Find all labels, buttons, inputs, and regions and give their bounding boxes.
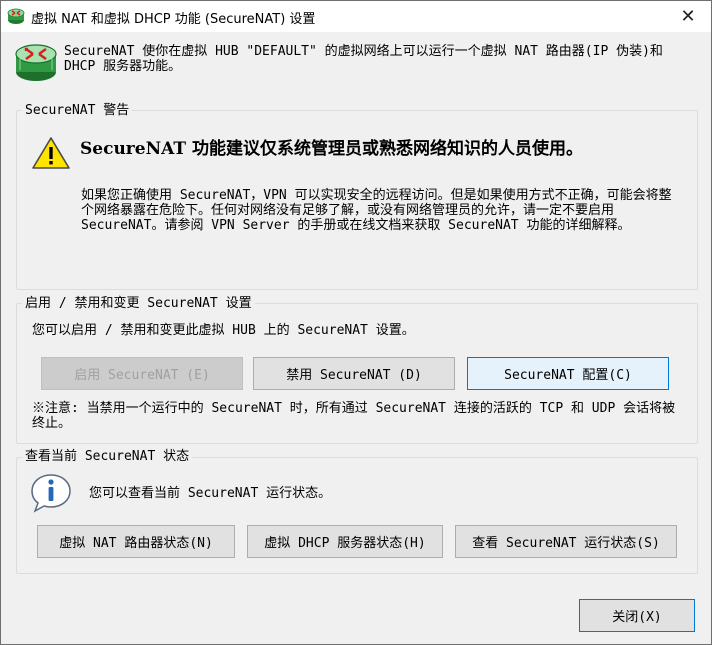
securenat-config-button[interactable]: SecureNAT 配置(C) [467,357,669,390]
close-window-button[interactable]: ✕ [665,1,711,32]
info-icon [31,474,71,513]
warning-group-label: SecureNAT 警告 [22,103,133,118]
router-icon [7,8,25,24]
title-bar[interactable]: 虚拟 NAT 和虚拟 DHCP 功能 (SecureNAT) 设置 ✕ [1,1,711,32]
router-icon [15,44,57,81]
intro-text: SecureNAT 使你在虚拟 HUB "DEFAULT" 的虚拟网络上可以运行… [64,44,663,74]
enable-securenat-button[interactable]: 启用 SecureNAT (E) [41,357,243,390]
window-title: 虚拟 NAT 和虚拟 DHCP 功能 (SecureNAT) 设置 [31,12,316,27]
nat-status-button[interactable]: 虚拟 NAT 路由器状态(N) [37,525,235,558]
dialog-window: 虚拟 NAT 和虚拟 DHCP 功能 (SecureNAT) 设置 ✕ Secu… [0,0,712,645]
status-description: 您可以查看当前 SecureNAT 运行状态。 [89,486,332,501]
warning-body: 如果您正确使用 SecureNAT，VPN 可以实现安全的远程访问。但是如果使用… [81,188,672,233]
disable-note: ※注意: 当禁用一个运行中的 SecureNAT 时，所有通过 SecureNA… [32,401,676,431]
control-group-label: 启用 / 禁用和变更 SecureNAT 设置 [22,296,255,311]
warning-headline: SecureNAT 功能建议仅系统管理员或熟悉网络知识的人员使用。 [80,139,583,159]
disable-securenat-button[interactable]: 禁用 SecureNAT (D) [253,357,455,390]
dhcp-status-button[interactable]: 虚拟 DHCP 服务器状态(H) [247,525,443,558]
close-button[interactable]: 关闭(X) [579,599,695,632]
warning-icon [32,137,70,169]
securenat-run-status-button[interactable]: 查看 SecureNAT 运行状态(S) [455,525,677,558]
status-group-label: 查看当前 SecureNAT 状态 [22,449,193,464]
control-description: 您可以启用 / 禁用和变更此虚拟 HUB 上的 SecureNAT 设置。 [32,323,415,338]
close-icon: ✕ [680,6,696,27]
